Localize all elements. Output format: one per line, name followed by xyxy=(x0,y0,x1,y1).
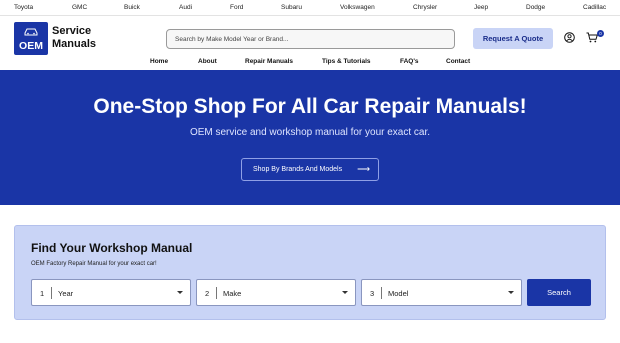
logo-text[interactable]: Service Manuals xyxy=(52,25,96,51)
make-step-number: 2 xyxy=(205,289,210,298)
hero-subtitle: OEM service and workshop manual for your… xyxy=(189,127,431,138)
shop-button-label: Shop By Brands And Models xyxy=(253,166,343,173)
brand-link-gmc[interactable]: GMC xyxy=(72,4,87,11)
caret-down-icon xyxy=(508,291,514,294)
model-select[interactable]: 3 Model xyxy=(361,279,522,306)
divider xyxy=(51,287,52,299)
hero-banner: One-Stop Shop For All Car Repair Manuals… xyxy=(0,70,620,205)
brand-link-dodge[interactable]: Dodge xyxy=(526,4,545,11)
caret-down-icon xyxy=(342,291,348,294)
nav-faqs[interactable]: FAQ's xyxy=(400,58,419,65)
model-step-number: 3 xyxy=(370,289,375,298)
search-button[interactable]: Search xyxy=(527,279,591,306)
nav-about[interactable]: About xyxy=(198,58,217,65)
make-select[interactable]: 2 Make xyxy=(196,279,356,306)
logo-badge-text: OEM xyxy=(19,40,43,52)
search-input[interactable]: Search by Make Model Year or Brand... xyxy=(166,29,455,49)
car-icon xyxy=(24,28,38,36)
nav-home[interactable]: Home xyxy=(150,58,168,65)
brand-link-subaru[interactable]: Subaru xyxy=(281,4,302,11)
logo-line-2: Manuals xyxy=(52,38,97,50)
shop-by-brands-button[interactable]: Shop By Brands And Models ⟶ xyxy=(241,158,379,181)
cart-count-badge: 0 xyxy=(597,30,604,37)
logo[interactable]: OEM xyxy=(14,22,48,55)
model-select-value: Model xyxy=(388,289,409,298)
divider xyxy=(381,287,382,299)
brand-link-cadillac[interactable]: Cadillac xyxy=(583,4,606,11)
finder-title: Find Your Workshop Manual xyxy=(31,241,193,255)
divider xyxy=(216,287,217,299)
hero-title: One-Stop Shop For All Car Repair Manuals… xyxy=(93,95,527,118)
logo-line-1: Service xyxy=(52,25,92,37)
request-quote-button[interactable]: Request A Quote xyxy=(473,28,553,49)
brand-link-ford[interactable]: Ford xyxy=(230,4,243,11)
brand-link-volkswagen[interactable]: Volkswagen xyxy=(340,4,375,11)
caret-down-icon xyxy=(177,291,183,294)
brand-link-audi[interactable]: Audi xyxy=(179,4,192,11)
brand-link-jeep[interactable]: Jeep xyxy=(474,4,488,11)
brand-link-chrysler[interactable]: Chrysler xyxy=(413,4,437,11)
year-select[interactable]: 1 Year xyxy=(31,279,191,306)
year-select-value: Year xyxy=(58,289,74,298)
nav-contact[interactable]: Contact xyxy=(446,58,470,65)
make-select-value: Make xyxy=(223,289,242,298)
nav-repair-manuals[interactable]: Repair Manuals xyxy=(245,58,293,65)
brand-bar: Toyota GMC Buick Audi Ford Subaru Volksw… xyxy=(0,0,620,16)
arrow-right-icon: ⟶ xyxy=(357,164,370,174)
nav-tips-tutorials[interactable]: Tips & Tutorials xyxy=(322,58,371,65)
brand-link-buick[interactable]: Buick xyxy=(124,4,140,11)
finder-description: OEM Factory Repair Manual for your exact… xyxy=(31,261,157,267)
manual-finder: Find Your Workshop Manual OEM Factory Re… xyxy=(14,225,606,320)
brand-link-toyota[interactable]: Toyota xyxy=(14,4,33,11)
year-step-number: 1 xyxy=(40,289,45,298)
user-icon[interactable] xyxy=(564,32,575,43)
